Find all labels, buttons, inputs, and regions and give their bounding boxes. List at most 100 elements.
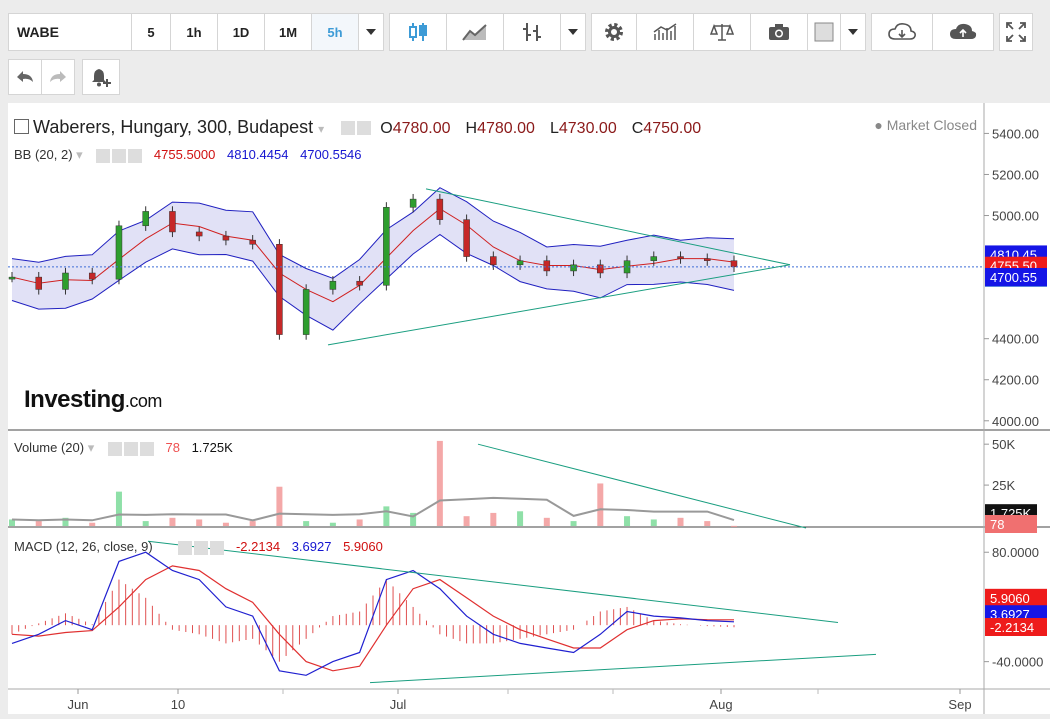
investing-logo: Investing.com xyxy=(24,386,162,414)
date-tick-label: Jun xyxy=(68,697,89,712)
market-status: ● Market Closed xyxy=(874,117,977,133)
color-button[interactable] xyxy=(807,13,841,51)
scales-icon xyxy=(710,23,734,41)
macd-trendline-lower xyxy=(369,653,877,684)
compare-button[interactable] xyxy=(693,13,751,51)
chevron-down-icon xyxy=(366,29,376,35)
chart-container[interactable]: 5400.00 5200.00 5000.00 4400.00 4200.00 4000.… xyxy=(8,103,1050,714)
bars-icon xyxy=(523,23,541,41)
macd-visibility-icon[interactable] xyxy=(178,540,193,555)
color-dropdown[interactable] xyxy=(840,13,866,51)
chart-type-button[interactable] xyxy=(389,13,447,51)
interval-1m[interactable]: 1M xyxy=(264,13,312,51)
candle-body xyxy=(597,264,604,274)
candle-body xyxy=(436,198,444,220)
volume-bar xyxy=(249,521,256,526)
volume-bar xyxy=(490,512,497,526)
chart-type-dropdown[interactable] xyxy=(560,13,586,51)
chart-canvas[interactable]: 5400.00 5200.00 5000.00 4400.00 4200.00 4000.… xyxy=(8,103,1050,714)
candle-body xyxy=(677,256,684,259)
volume-bar xyxy=(115,491,122,526)
price-tick-label: 4200.00 xyxy=(992,373,1039,388)
macd-signal-value: 5.9060 xyxy=(343,539,383,554)
settings-icon[interactable] xyxy=(357,121,372,136)
legend-dropdown-icon[interactable]: ▾ xyxy=(318,122,324,136)
candle-body xyxy=(356,280,363,286)
bb-upper-value: 4810.4454 xyxy=(226,147,289,162)
volume-close-icon[interactable] xyxy=(139,441,154,456)
bb-close-icon[interactable] xyxy=(128,148,143,163)
volume-bar xyxy=(35,521,42,526)
symbol-input[interactable]: WABE xyxy=(8,13,132,51)
interval-1h[interactable]: 1h xyxy=(170,13,218,51)
candle-body xyxy=(115,225,123,280)
visibility-icon[interactable] xyxy=(341,121,356,136)
candle-body xyxy=(570,264,577,272)
macd-line-value: 3.6927 xyxy=(291,539,332,554)
interval-1d[interactable]: 1D xyxy=(217,13,265,51)
candle-body xyxy=(650,256,658,261)
candle-body xyxy=(730,260,738,268)
macd-tick-label: 80.0000 xyxy=(992,545,1039,560)
macd-settings-icon[interactable] xyxy=(194,540,209,555)
open-label: O xyxy=(380,120,393,137)
fullscreen-button[interactable] xyxy=(999,13,1033,51)
candle-body xyxy=(302,289,310,335)
price-tick-label: 5400.00 xyxy=(992,126,1039,141)
interval-dropdown[interactable] xyxy=(358,13,384,51)
camera-icon xyxy=(769,24,789,40)
settings-button[interactable] xyxy=(591,13,637,51)
chevron-down-icon xyxy=(568,29,578,35)
undo-button[interactable] xyxy=(8,59,42,95)
volume-legend: Volume (20) ▾ 78 1.725K xyxy=(14,440,233,456)
volume-bar xyxy=(196,519,203,526)
volume-trendline xyxy=(477,443,807,529)
high-label: H xyxy=(465,120,478,137)
area-chart-button[interactable] xyxy=(446,13,504,51)
candle-body xyxy=(516,260,524,266)
candle-body xyxy=(383,207,390,286)
volume-bar xyxy=(597,483,604,526)
bars-button[interactable] xyxy=(503,13,561,51)
volume-bar xyxy=(677,517,684,526)
candle-body xyxy=(490,256,497,266)
price-tick-label: 4400.00 xyxy=(992,332,1039,347)
volume-visibility-icon[interactable] xyxy=(107,441,122,456)
logo-suffix: .com xyxy=(124,391,163,411)
collapse-icon[interactable] xyxy=(14,119,29,134)
candle-body xyxy=(704,258,711,261)
bb-settings-icon[interactable] xyxy=(112,148,127,163)
volume-badge-label: 78 xyxy=(990,517,1004,532)
macd-label: MACD (12, 26, close, 9) xyxy=(14,539,153,554)
volume-bar xyxy=(222,522,229,526)
screenshot-button[interactable] xyxy=(750,13,808,51)
interval-5[interactable]: 5 xyxy=(131,13,171,51)
candle-body xyxy=(249,239,256,245)
low-label: L xyxy=(549,120,559,137)
alert-button[interactable] xyxy=(82,59,120,95)
open-value: 4780.00 xyxy=(392,120,451,137)
volume-bar xyxy=(303,521,310,526)
volume-tick-label: 50K xyxy=(992,437,1015,452)
save-chart-button[interactable] xyxy=(932,13,994,51)
macd-close-icon[interactable] xyxy=(210,540,225,555)
load-chart-button[interactable] xyxy=(871,13,933,51)
redo-button[interactable] xyxy=(41,59,75,95)
price-tick-label: 5000.00 xyxy=(992,209,1039,224)
candle-body xyxy=(8,276,16,280)
volume-tick-label: 25K xyxy=(992,478,1015,493)
drawing-toolbar xyxy=(8,59,120,95)
indicators-button[interactable] xyxy=(636,13,694,51)
gear-icon xyxy=(605,23,623,41)
volume-settings-icon[interactable] xyxy=(123,441,138,456)
alert-bell-icon xyxy=(92,69,111,87)
interval-5h[interactable]: 5h xyxy=(311,13,359,51)
macd-badge-label: 5.9060 xyxy=(990,591,1030,606)
volume-bar xyxy=(517,511,524,526)
fullscreen-icon xyxy=(1006,22,1026,42)
volume-bar xyxy=(356,519,363,526)
volume-bar xyxy=(650,519,657,526)
price-tick-label: 5200.00 xyxy=(992,167,1039,182)
macd-histogram-value: -2.2134 xyxy=(235,539,281,554)
bb-visibility-icon[interactable] xyxy=(96,148,111,163)
